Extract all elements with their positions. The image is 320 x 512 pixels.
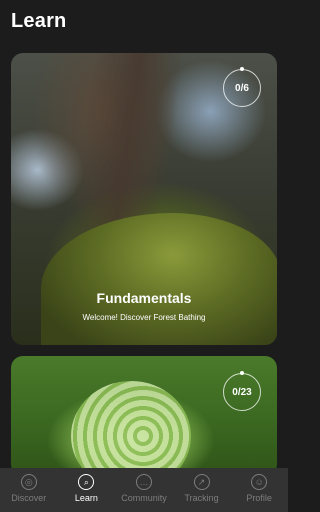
nav-learn[interactable]: ⌕ Learn (58, 474, 114, 503)
nav-label: Profile (246, 493, 272, 503)
nav-label: Discover (11, 493, 47, 503)
bottom-navigation: ◎ Discover ⌕ Learn … Community ↗ Trackin… (0, 468, 288, 512)
card-title: Fundamentals (96, 290, 192, 306)
nav-profile[interactable]: ☺ Profile (231, 474, 287, 503)
progress-ring: 0/6 (223, 67, 261, 107)
course-card-2[interactable]: 0/23 (11, 356, 277, 476)
nav-community[interactable]: … Community (116, 474, 172, 503)
progress-ring: 0/23 (223, 371, 261, 411)
search-icon: ⌕ (78, 474, 95, 490)
chart-icon: ↗ (193, 474, 210, 490)
card-subtitle: Welcome! Discover Forest Bathing (82, 313, 206, 322)
compass-icon: ◎ (20, 474, 37, 490)
user-icon: ☺ (251, 474, 268, 490)
chat-icon: … (135, 474, 152, 490)
fern-image (71, 381, 191, 476)
nav-label: Community (121, 493, 167, 503)
nav-label: Tracking (184, 493, 219, 503)
course-card-fundamentals[interactable]: 0/6 Fundamentals Welcome! Discover Fores… (11, 53, 277, 345)
nav-discover[interactable]: ◎ Discover (1, 474, 57, 503)
nav-tracking[interactable]: ↗ Tracking (174, 474, 230, 503)
page-title: Learn (11, 10, 67, 32)
nav-label: Learn (74, 493, 98, 503)
